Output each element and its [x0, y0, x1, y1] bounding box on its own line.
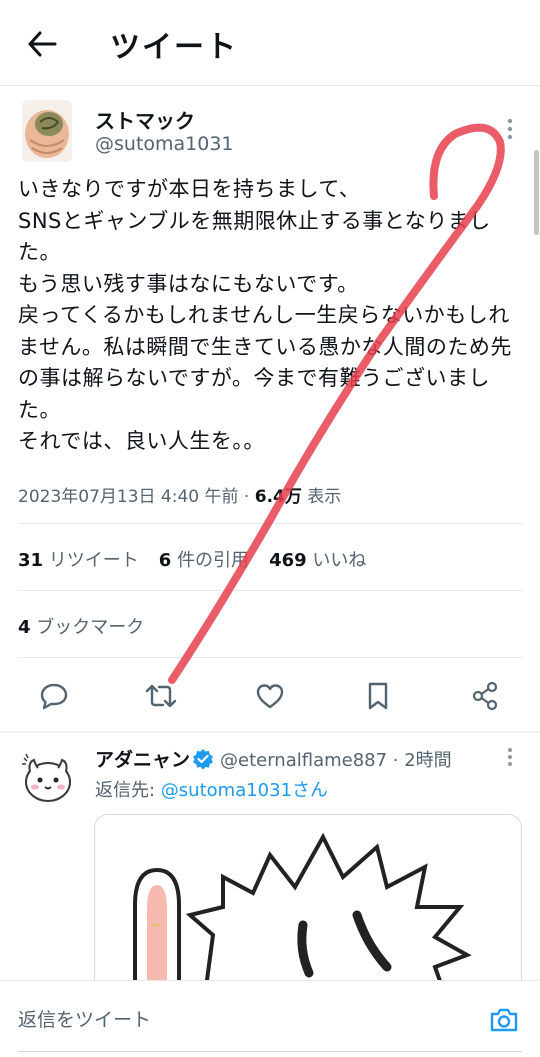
share-button[interactable] — [467, 678, 503, 714]
camera-button[interactable] — [488, 1005, 520, 1035]
author-name[interactable]: ストマック — [95, 105, 195, 134]
retweets-count: 31 — [18, 550, 44, 571]
views-count: 6.4万 — [254, 487, 302, 507]
share-icon — [472, 681, 498, 711]
bookmark-icon — [368, 682, 388, 710]
verified-icon — [193, 749, 213, 770]
quotes-count: 6 — [158, 550, 172, 571]
author-avatar[interactable] — [22, 100, 72, 162]
scrollbar[interactable] — [534, 150, 539, 235]
retweet-icon — [145, 684, 177, 708]
like-icon — [256, 684, 284, 709]
reply-to-line: 返信先: @sutoma1031さん — [95, 776, 328, 802]
more-options-button[interactable] — [496, 114, 524, 144]
divider — [18, 523, 522, 524]
reply-media-image[interactable] — [94, 814, 522, 994]
cartoon-cat-icon — [22, 753, 71, 802]
bookmark-button[interactable] — [360, 678, 396, 714]
likes-count: 469 — [269, 550, 307, 571]
bookmarks-stat[interactable]: 4 ブックマーク — [18, 613, 144, 639]
action-bar — [0, 670, 540, 720]
likes-label: いいね — [312, 550, 367, 571]
tweet-text: いきなりですが本日を持ちまして、 SNSとギャンブルを無期限休止する事となりまし… — [18, 177, 512, 453]
views-label: 表示 — [307, 487, 342, 507]
reply-avatar[interactable] — [20, 750, 76, 806]
meta-separator: · — [243, 487, 250, 507]
composer-underline — [18, 1051, 522, 1052]
author-handle[interactable]: @sutoma1031 — [95, 133, 234, 155]
tweet-timestamp[interactable]: 2023年07月13日 4:40 午前 — [18, 487, 239, 507]
quotes-label: 件の引用 — [177, 550, 250, 571]
section-divider — [0, 731, 540, 733]
reply-to-prefix: 返信先: — [95, 780, 161, 801]
tweet-meta: 2023年07月13日 4:40 午前 · 6.4万 表示 — [18, 482, 341, 507]
like-button[interactable] — [252, 678, 288, 714]
bookmarks-label: ブックマーク — [36, 617, 145, 638]
reply-icon — [40, 683, 68, 710]
reply-button[interactable] — [36, 678, 72, 714]
reply-to-link[interactable]: @sutoma1031さん — [161, 780, 328, 801]
retweet-button[interactable] — [143, 678, 179, 714]
retweets-stat[interactable]: 31 リツイート — [18, 546, 139, 572]
verified-badge — [192, 748, 214, 770]
divider — [18, 590, 522, 591]
retweets-label: リツイート — [48, 550, 139, 571]
back-button[interactable] — [22, 26, 62, 62]
cartoon-illustration — [95, 815, 521, 993]
page-title: ツイート — [110, 30, 238, 65]
reply-handle-time[interactable]: @eternalflame887 · 2時間 — [220, 746, 452, 772]
reply-composer — [0, 980, 540, 1057]
reply-author-name[interactable]: アダニャン — [95, 745, 190, 772]
quotes-stat[interactable]: 6 件の引用 — [159, 546, 249, 572]
likes-stat[interactable]: 469 いいね — [269, 546, 366, 572]
reply-input[interactable] — [18, 1009, 418, 1031]
camera-icon — [490, 1008, 518, 1032]
more-vertical-icon — [508, 748, 512, 766]
arrow-left-icon — [28, 31, 57, 57]
bookmarks-count: 4 — [18, 617, 31, 638]
divider — [18, 657, 522, 658]
tweet-stats: 31 リツイート 6 件の引用 469 いいね — [18, 546, 366, 572]
fist-icon — [22, 100, 72, 162]
top-bar: ツイート — [0, 0, 540, 86]
more-vertical-icon — [507, 118, 513, 140]
reply-more-button[interactable] — [498, 746, 522, 768]
